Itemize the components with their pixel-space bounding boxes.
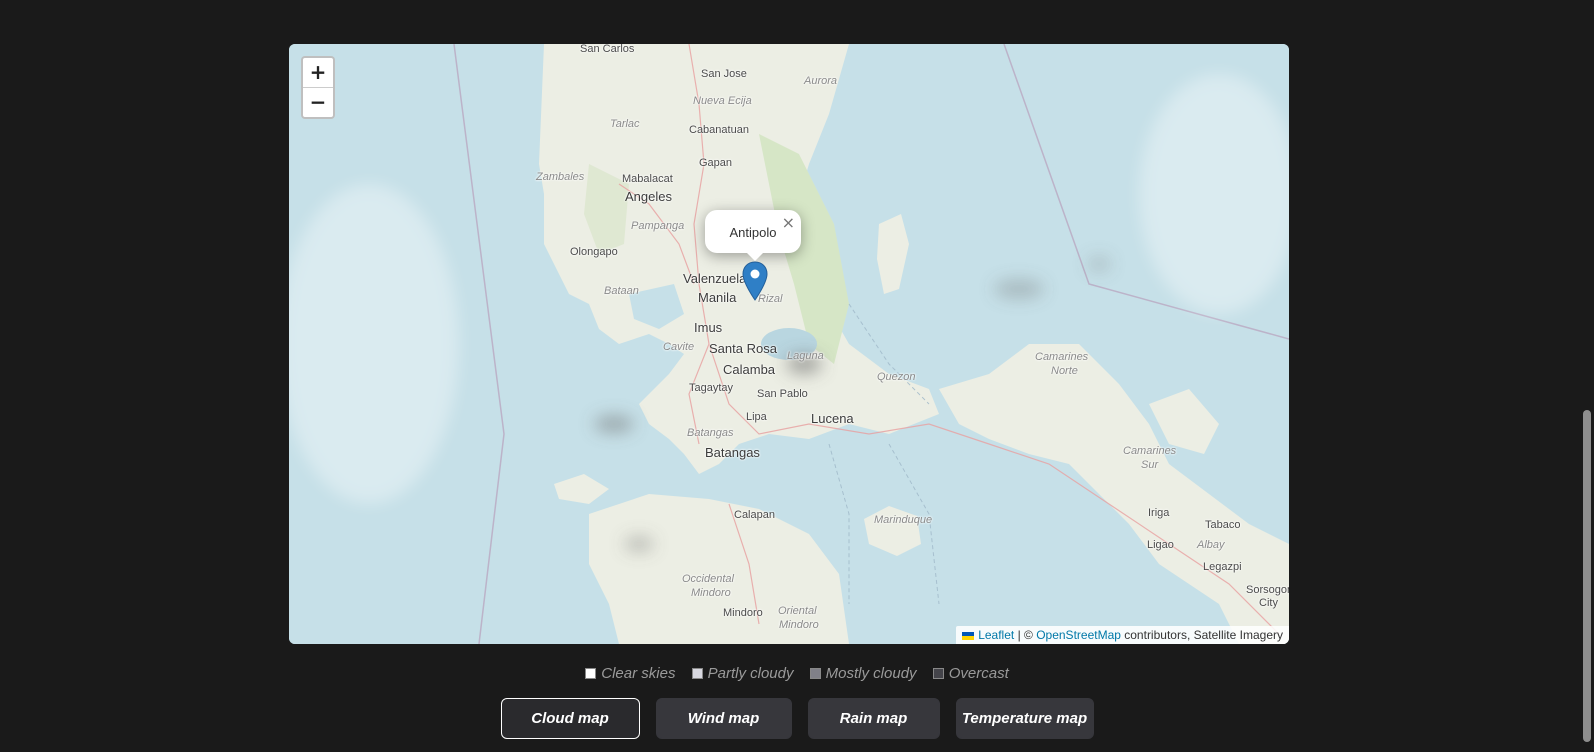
clear-skies-swatch bbox=[585, 668, 597, 679]
legend-item-mostly: Mostly cloudy bbox=[809, 665, 917, 682]
place-label: Mindoro bbox=[723, 607, 763, 619]
place-label: Norte bbox=[1051, 365, 1078, 377]
zoom-control: + − bbox=[301, 56, 335, 119]
map-type-buttons: Cloud map Wind map Rain map Temperature … bbox=[0, 698, 1594, 739]
place-label: Pampanga bbox=[631, 220, 685, 232]
place-label: Camarines bbox=[1035, 351, 1089, 363]
place-label: Calamba bbox=[723, 362, 776, 377]
place-label: Imus bbox=[694, 320, 723, 335]
attribution-separator: | © bbox=[1014, 628, 1037, 642]
place-label: Tarlac bbox=[610, 118, 640, 130]
place-label: Lipa bbox=[746, 411, 767, 423]
openstreetmap-link[interactable]: OpenStreetMap bbox=[1036, 628, 1121, 642]
legend-label: Partly cloudy bbox=[707, 665, 794, 682]
legend-label: Overcast bbox=[948, 665, 1009, 682]
legend-item-partly: Partly cloudy bbox=[691, 665, 794, 682]
place-label: Tabaco bbox=[1205, 519, 1241, 531]
place-label: Cavite bbox=[663, 341, 695, 353]
attribution-text: contributors, Satellite Imagery bbox=[1120, 628, 1283, 642]
popup-tip bbox=[746, 252, 764, 261]
legend-label: Clear skies bbox=[601, 665, 676, 682]
place-label: San Carlos bbox=[580, 44, 635, 55]
weather-map[interactable]: San Carlos San Jose Aurora Nueva Ecija Tarla… bbox=[289, 44, 1289, 644]
place-label: Bataan bbox=[604, 285, 639, 297]
rain-map-button[interactable]: Rain map bbox=[807, 698, 940, 739]
place-label: Mindoro bbox=[779, 619, 819, 631]
scrollbar-thumb[interactable] bbox=[1583, 410, 1591, 742]
page-scrollbar[interactable] bbox=[1580, 0, 1594, 752]
place-label: Sur bbox=[1141, 459, 1159, 471]
place-label: Lucena bbox=[811, 411, 854, 426]
place-label: Laguna bbox=[787, 350, 824, 362]
place-label: Mindoro bbox=[691, 587, 731, 599]
place-label: Batangas bbox=[705, 445, 760, 460]
mostly-cloudy-swatch bbox=[809, 668, 821, 679]
cloud-legend: Clear skies Partly cloudy Mostly cloudy … bbox=[0, 665, 1594, 682]
leaflet-link[interactable]: Leaflet bbox=[978, 628, 1014, 642]
place-label: San Pablo bbox=[757, 388, 808, 400]
place-label: San Jose bbox=[701, 68, 747, 80]
place-label: Santa Rosa bbox=[709, 341, 777, 356]
place-label: Nueva Ecija bbox=[693, 95, 752, 107]
place-label: Oriental bbox=[778, 605, 817, 617]
overcast-swatch bbox=[932, 668, 944, 679]
place-label: Legazpi bbox=[1203, 561, 1242, 573]
place-label: Occidental bbox=[682, 573, 734, 585]
place-label: Olongapo bbox=[570, 246, 618, 258]
place-label: Calapan bbox=[734, 509, 775, 521]
place-label: Zambales bbox=[536, 171, 585, 183]
place-label: Ligao bbox=[1147, 539, 1174, 551]
map-attribution: Leaflet | © OpenStreetMap contributors, … bbox=[956, 626, 1289, 644]
place-label: Cabanatuan bbox=[689, 124, 749, 136]
temperature-map-button[interactable]: Temperature map bbox=[955, 698, 1094, 739]
place-label: Albay bbox=[1197, 539, 1225, 551]
zoom-in-button[interactable]: + bbox=[303, 58, 333, 87]
place-label: City bbox=[1259, 597, 1278, 609]
zoom-out-button[interactable]: − bbox=[303, 87, 333, 117]
place-label: Camarines bbox=[1123, 445, 1177, 457]
map-tiles bbox=[289, 44, 1289, 644]
ukraine-flag-icon bbox=[962, 631, 975, 640]
place-label: Sorsogon bbox=[1246, 584, 1289, 596]
legend-item-clear: Clear skies bbox=[585, 665, 675, 682]
place-label: Valenzuela bbox=[683, 271, 747, 286]
place-label: Tagaytay bbox=[689, 382, 734, 394]
place-label: Aurora bbox=[804, 75, 838, 87]
place-label: Iriga bbox=[1148, 507, 1170, 519]
place-label: Quezon bbox=[877, 371, 916, 383]
place-label: Marinduque bbox=[874, 514, 933, 526]
wind-map-button[interactable]: Wind map bbox=[655, 698, 792, 739]
map-pin-icon[interactable] bbox=[742, 261, 768, 301]
place-label: Mabalacat bbox=[622, 173, 673, 185]
legend-item-overcast: Overcast bbox=[932, 665, 1009, 682]
location-popup: Antipolo × bbox=[705, 210, 801, 261]
place-label: Gapan bbox=[699, 157, 733, 169]
legend-label: Mostly cloudy bbox=[825, 665, 917, 682]
cloud-map-button[interactable]: Cloud map bbox=[500, 698, 640, 739]
partly-cloudy-swatch bbox=[691, 668, 703, 679]
place-label: Angeles bbox=[625, 189, 672, 204]
place-label: Manila bbox=[698, 290, 737, 305]
popup-close-button[interactable]: × bbox=[782, 213, 795, 232]
place-label: Batangas bbox=[687, 427, 734, 439]
